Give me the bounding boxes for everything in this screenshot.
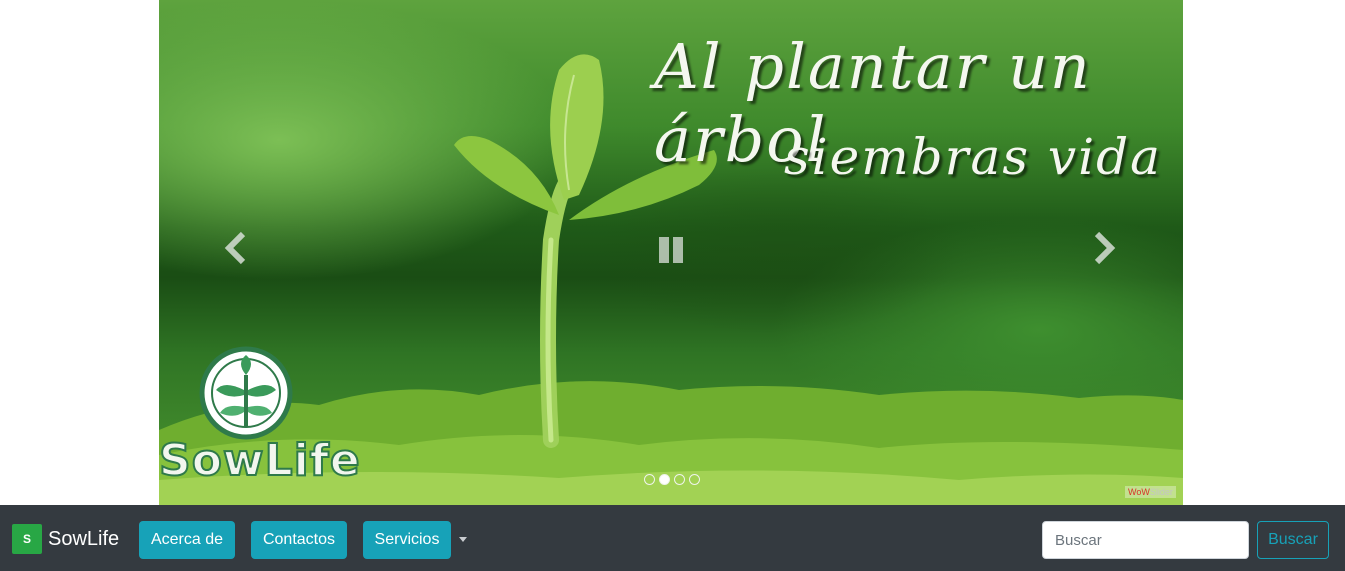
slide-bullet-1[interactable] (644, 474, 655, 485)
navbar: S SowLife Acerca de Contactos Servicios … (0, 505, 1345, 571)
watermark-suffix: Slider (1149, 487, 1173, 497)
logo-text: SowLife (159, 434, 361, 487)
watermark-brand: WoW (1128, 487, 1150, 497)
slide-bullet-2[interactable] (659, 474, 670, 485)
nav-servicios-button[interactable]: Servicios (363, 521, 451, 559)
nav-acerca-de-button[interactable]: Acerca de (139, 521, 235, 559)
search-button[interactable]: Buscar (1257, 521, 1329, 559)
image-slider: Al plantar un árbol siembras vida SowLif… (159, 0, 1183, 505)
tree-emblem-icon (199, 346, 293, 440)
brand-name: SowLife (48, 527, 120, 550)
servicios-dropdown-caret-icon[interactable] (459, 537, 467, 542)
brand-logo-icon: S (12, 524, 42, 554)
slide-bullet-4[interactable] (689, 474, 700, 485)
slide-quote-line2: siembras vida (784, 128, 1162, 186)
navbar-brand[interactable]: S SowLife (12, 524, 119, 554)
sowlife-logo: SowLife (159, 345, 374, 495)
slide-bullet-3[interactable] (674, 474, 685, 485)
nav-contactos-button[interactable]: Contactos (251, 521, 347, 559)
slider-bullets (644, 474, 700, 485)
slider-watermark[interactable]: WoWSlider (1125, 486, 1176, 498)
search-input[interactable] (1042, 521, 1249, 559)
next-arrow-icon[interactable] (1087, 228, 1121, 268)
pause-icon[interactable] (659, 237, 685, 263)
previous-arrow-icon[interactable] (219, 228, 253, 268)
